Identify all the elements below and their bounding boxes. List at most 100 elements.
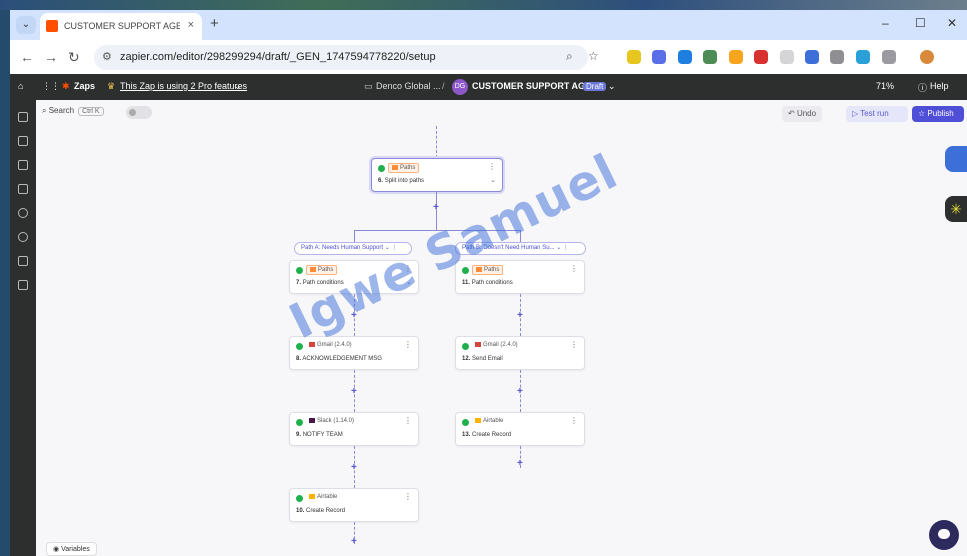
pro-features-notice[interactable]: This Zap is using 2 Pro features <box>120 81 247 91</box>
extension-9-icon[interactable] <box>830 50 844 64</box>
test-run-label: Test run <box>860 109 889 118</box>
step-expand-chevron-icon[interactable]: ⌄ <box>490 176 496 184</box>
extension-1-icon[interactable] <box>627 50 641 64</box>
app-tag: Slack (1.14.0) <box>306 417 357 425</box>
app-tag: Airtable <box>472 417 506 425</box>
search-label: Search <box>48 106 75 115</box>
sidebar-versions-icon[interactable] <box>18 256 28 266</box>
step-card-a3[interactable]: Slack (1.14.0) 9. NOTIFY TEAM ⋮ <box>289 412 419 446</box>
side-widget-spark-icon[interactable]: ✳ <box>945 196 967 222</box>
folder-breadcrumb[interactable]: Denco Global ... <box>376 81 441 91</box>
step-menu-icon[interactable]: ⋮ <box>404 492 412 501</box>
extension-4-icon[interactable] <box>703 50 717 64</box>
address-bar[interactable]: ⚙ zapier.com/editor/298299294/draft/_GEN… <box>94 45 599 70</box>
extension-3-icon[interactable] <box>678 50 692 64</box>
tab-search-icon[interactable]: ⌄ <box>16 16 36 34</box>
step-menu-icon[interactable]: ⋮ <box>570 340 578 349</box>
step-card-b2[interactable]: Gmail (2.4.0) 12. Send Email ⋮ <box>455 336 585 370</box>
add-step-plus-icon[interactable]: + <box>517 458 523 469</box>
forward-arrow-icon[interactable]: → <box>44 49 58 65</box>
add-step-plus-icon[interactable]: + <box>351 462 357 473</box>
pro-notice-chevron-icon[interactable]: ⌄ <box>234 81 242 92</box>
zoom-level[interactable]: 71% <box>876 81 894 91</box>
step-menu-icon[interactable]: ⋮ <box>404 340 412 349</box>
account-avatar[interactable]: DG <box>452 79 468 95</box>
extension-10-icon[interactable] <box>856 50 870 64</box>
extension-2-icon[interactable] <box>652 50 666 64</box>
new-tab-button[interactable]: + <box>210 15 219 32</box>
extension-5-icon[interactable] <box>729 50 743 64</box>
step-title: 13. Create Record <box>462 432 511 438</box>
canvas-search[interactable]: ⌕ Search Ctrl K <box>42 106 104 116</box>
browser-tab-active[interactable]: CUSTOMER SUPPORT AGENT | ... × <box>40 13 202 40</box>
step-number: 7. <box>296 280 302 286</box>
add-step-plus-icon[interactable]: + <box>517 386 523 397</box>
add-step-plus-icon[interactable]: + <box>351 386 357 397</box>
app-name: Paths <box>318 267 334 274</box>
apps-grid-icon[interactable]: ⋮⋮ <box>42 81 60 92</box>
undo-button[interactable]: ↶ Undo <box>782 106 823 122</box>
airtable-app-icon <box>475 418 481 423</box>
zap-canvas[interactable]: ⌕ Search Ctrl K ↶ Undo ▷ Test run ☆ Publi… <box>36 100 967 556</box>
sidebar-outline-icon[interactable] <box>18 112 28 122</box>
connector-line <box>354 230 355 242</box>
step-menu-icon[interactable]: ⋮ <box>570 264 578 273</box>
tab-close-icon[interactable]: × <box>188 19 194 31</box>
sidebar-settings-icon[interactable] <box>18 232 28 242</box>
success-check-icon <box>296 267 303 274</box>
browser-window: ⌄ CUSTOMER SUPPORT AGENT | ... × + – ☐ ✕… <box>10 10 967 556</box>
minimize-button[interactable]: – <box>882 16 889 30</box>
maximize-button[interactable]: ☐ <box>915 16 926 30</box>
side-widget-assistant-icon[interactable] <box>945 146 967 172</box>
step-card-b3[interactable]: Airtable 13. Create Record ⋮ <box>455 412 585 446</box>
add-step-plus-icon[interactable]: + <box>351 536 357 547</box>
zaps-link[interactable]: Zaps <box>74 81 95 91</box>
step-card-split[interactable]: Paths 6. Split into paths ⋮ ⌄ <box>371 158 503 192</box>
success-check-icon <box>296 419 303 426</box>
tab-title: CUSTOMER SUPPORT AGENT | ... <box>64 21 180 31</box>
step-menu-icon[interactable]: ⋮ <box>488 162 496 171</box>
step-menu-icon[interactable]: ⋮ <box>404 416 412 425</box>
path-a-text: Path A: Needs Human Support <box>301 245 384 251</box>
reload-icon[interactable]: ↻ <box>68 49 80 66</box>
paths-app-icon <box>476 267 482 272</box>
variables-button[interactable]: Variables <box>61 546 90 553</box>
sidebar-data-icon[interactable] <box>18 184 28 194</box>
canvas-toggle[interactable] <box>126 106 152 119</box>
help-menu[interactable]: Help <box>930 81 949 91</box>
url-text[interactable]: zapier.com/editor/298299294/draft/_GEN_1… <box>120 51 436 63</box>
desktop-taskbar-left <box>0 10 10 556</box>
sidebar-files-icon[interactable] <box>18 280 28 290</box>
path-b-chevron-icon[interactable]: ⌄ ⋮ <box>556 245 569 251</box>
extension-8-icon[interactable] <box>805 50 819 64</box>
step-menu-icon[interactable]: ⋮ <box>570 416 578 425</box>
publish-button[interactable]: ☆ Publish <box>912 106 964 122</box>
help-icon[interactable]: ⓘ <box>918 81 927 94</box>
sidebar-history-icon[interactable] <box>18 208 28 218</box>
tab-bar: ⌄ CUSTOMER SUPPORT AGENT | ... × + – ☐ ✕ <box>10 10 967 40</box>
extensions-puzzle-icon[interactable] <box>882 50 896 64</box>
test-run-button[interactable]: ▷ Test run <box>846 106 908 122</box>
extension-6-icon[interactable] <box>754 50 768 64</box>
undo-label: Undo <box>796 109 817 118</box>
step-label: Create Record <box>306 508 346 514</box>
home-icon[interactable]: ⌂ <box>18 81 23 91</box>
publish-star-icon: ☆ <box>918 109 928 118</box>
zap-title-chevron-icon[interactable]: ⌄ <box>608 81 616 92</box>
profile-avatar-icon[interactable] <box>920 50 934 64</box>
extension-7-icon[interactable] <box>780 50 794 64</box>
add-step-plus-icon[interactable]: + <box>433 202 439 213</box>
step-label: Create Record <box>472 432 512 438</box>
zoom-icon[interactable]: ⌕ <box>566 49 573 64</box>
site-info-icon[interactable]: ⚙ <box>102 50 112 63</box>
add-step-plus-icon[interactable]: + <box>517 310 523 321</box>
bookmark-star-icon[interactable]: ☆ <box>588 49 599 63</box>
step-title: 11. Path conditions <box>462 280 513 286</box>
window-close-button[interactable]: ✕ <box>947 16 957 30</box>
app-name: Airtable <box>317 494 338 501</box>
sidebar-comments-icon[interactable] <box>18 160 28 170</box>
step-card-a4[interactable]: Airtable 10. Create Record ⋮ <box>289 488 419 522</box>
chat-support-icon[interactable] <box>929 520 959 550</box>
sidebar-details-icon[interactable] <box>18 136 28 146</box>
back-arrow-icon[interactable]: ← <box>20 49 34 65</box>
